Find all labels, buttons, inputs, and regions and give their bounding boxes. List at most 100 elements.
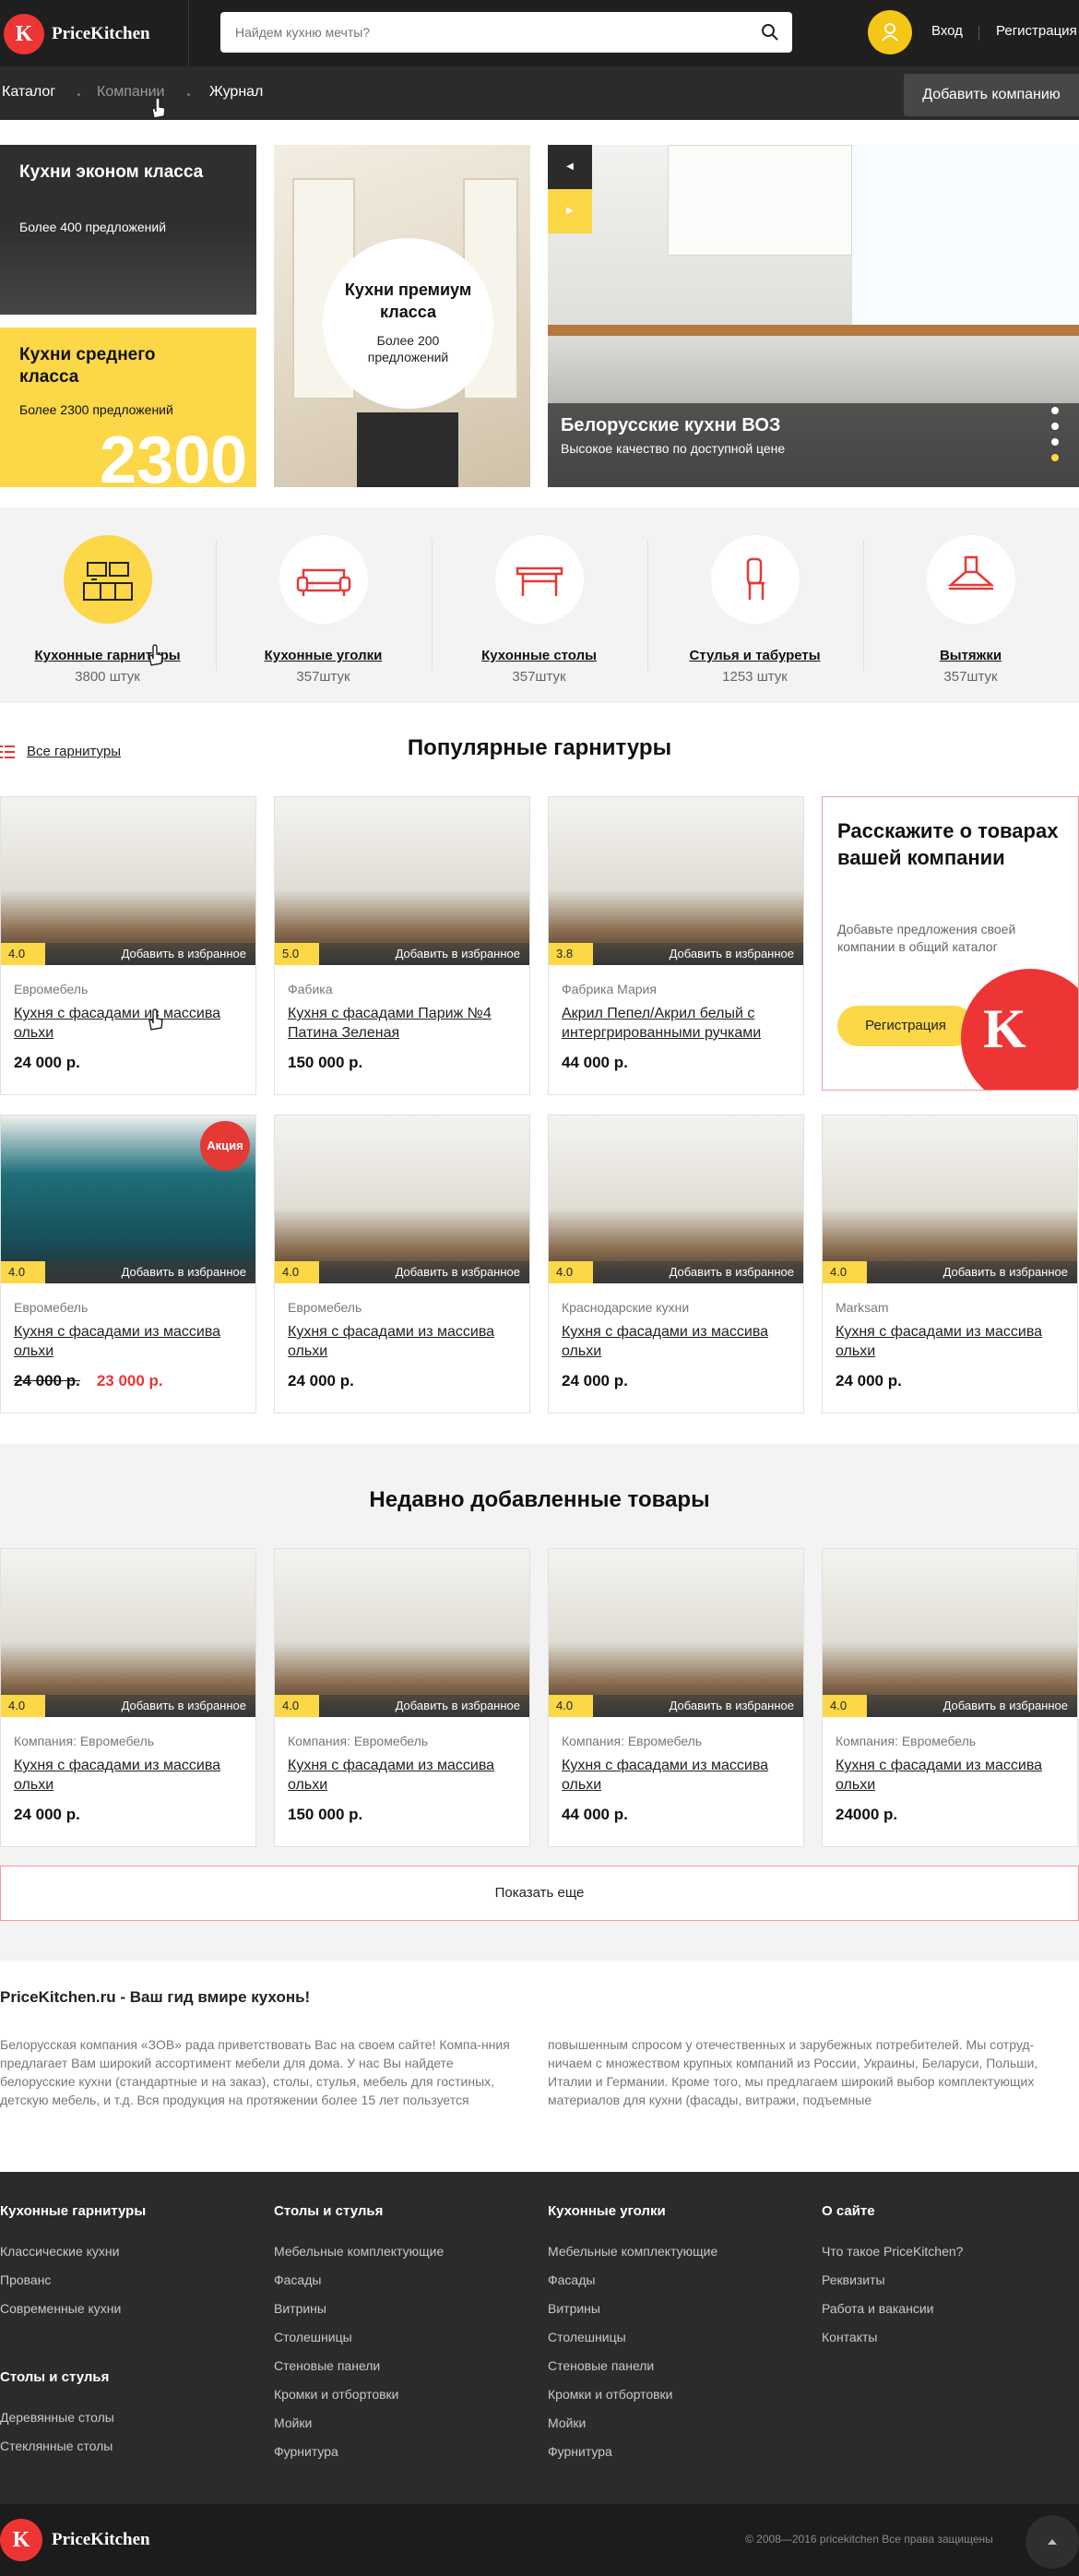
category-label[interactable]: Вытяжки bbox=[863, 648, 1078, 663]
category-kitchen-sets[interactable]: Кухонные гарнитуры 3800 штук bbox=[0, 507, 215, 703]
slider-next-icon[interactable]: ▶ bbox=[548, 189, 592, 233]
product-card[interactable]: 4.0 Добавить в избранное Краснодарские ку… bbox=[548, 1115, 804, 1413]
footer-link[interactable]: Стеклянные столы bbox=[0, 2432, 114, 2461]
logo-text[interactable]: PriceKitchen bbox=[52, 24, 150, 44]
login-link[interactable]: Вход bbox=[931, 23, 963, 39]
add-to-favorites[interactable]: Добавить в избранное bbox=[45, 1695, 255, 1717]
hero-premium[interactable]: Кухни премиум класса Более 200 предложен… bbox=[274, 145, 530, 487]
product-image[interactable]: 3.8 Добавить в избранное bbox=[549, 797, 803, 965]
nav-item-catalog[interactable]: Каталог bbox=[2, 84, 55, 101]
slider-dot[interactable] bbox=[1051, 423, 1059, 430]
search-icon[interactable] bbox=[761, 23, 779, 42]
nav-item-journal[interactable]: Журнал bbox=[209, 84, 263, 101]
add-to-favorites[interactable]: Добавить в избранное bbox=[319, 1695, 529, 1717]
product-name[interactable]: Кухня с фасадами из массива ольхи bbox=[562, 1322, 790, 1361]
add-to-favorites[interactable]: Добавить в избранное bbox=[319, 1261, 529, 1283]
product-name[interactable]: Кухня с фасадами из массива ольхи bbox=[14, 1322, 243, 1361]
footer-link[interactable]: Фасады bbox=[274, 2266, 444, 2295]
product-image[interactable]: 4.0 Добавить в избранное bbox=[823, 1549, 1077, 1717]
category-chairs[interactable]: Стулья и табуреты 1253 штук bbox=[647, 507, 862, 703]
footer-link[interactable]: Деревянные столы bbox=[0, 2403, 114, 2432]
product-name[interactable]: Кухня с фасадами Париж №4 Патина Зеленая bbox=[288, 1004, 516, 1043]
footer-link[interactable]: Кромки и отбортовки bbox=[274, 2380, 444, 2409]
hero-middle[interactable]: Кухни среднего класса Более 2300 предлож… bbox=[0, 328, 256, 487]
product-image[interactable]: 4.0 Добавить в избранное bbox=[1, 797, 255, 965]
add-to-favorites[interactable]: Добавить в избранное bbox=[867, 1261, 1077, 1283]
product-card[interactable]: 3.8 Добавить в избранное Фабрика Мария Ак… bbox=[548, 796, 804, 1095]
product-name[interactable]: Кухня с фасадами из массива ольхи bbox=[288, 1756, 516, 1795]
product-card[interactable]: 4.0 Добавить в избранное Компания: Евроме… bbox=[548, 1548, 804, 1847]
category-label[interactable]: Кухонные столы bbox=[432, 648, 646, 663]
slider-dot[interactable] bbox=[1051, 438, 1059, 446]
product-card[interactable]: 5.0 Добавить в избранное Фабика Кухня с ф… bbox=[274, 796, 530, 1095]
footer-link[interactable]: Мойки bbox=[548, 2409, 717, 2438]
add-to-favorites[interactable]: Добавить в избранное bbox=[45, 1261, 255, 1283]
footer-link[interactable]: Контакты bbox=[822, 2323, 963, 2352]
product-name[interactable]: Кухня с фасадами из массива ольхи bbox=[836, 1756, 1064, 1795]
show-more-button[interactable]: Показать еще bbox=[0, 1866, 1079, 1921]
footer-link[interactable]: Витрины bbox=[548, 2295, 717, 2323]
footer-link[interactable]: Работа и вакансии bbox=[822, 2295, 963, 2323]
footer-logo-text[interactable]: PriceKitchen bbox=[52, 2530, 150, 2550]
product-name[interactable]: Кухня с фасадами из массива ольхи bbox=[14, 1756, 243, 1795]
category-tables[interactable]: Кухонные столы 357штук bbox=[432, 507, 646, 703]
add-to-favorites[interactable]: Добавить в избранное bbox=[45, 943, 255, 965]
footer-link[interactable]: Современные кухни bbox=[0, 2295, 121, 2323]
footer-link[interactable]: Мебельные комплектующие bbox=[274, 2237, 444, 2266]
footer-link[interactable]: Кромки и отбортовки bbox=[548, 2380, 717, 2409]
footer-link[interactable]: Фасады bbox=[548, 2266, 717, 2295]
add-to-favorites[interactable]: Добавить в избранное bbox=[593, 1261, 803, 1283]
product-card[interactable]: 4.0 Добавить в избранное Marksam Кухня с … bbox=[822, 1115, 1078, 1413]
product-image[interactable]: 4.0 Добавить в избранное bbox=[275, 1549, 529, 1717]
scroll-top-icon[interactable] bbox=[1026, 2515, 1079, 2569]
product-name[interactable]: Кухня с фасадами из массива ольхи bbox=[14, 1004, 243, 1043]
product-card[interactable]: 4.0 Добавить в избранное Евромебель Кухня… bbox=[0, 796, 256, 1095]
user-icon[interactable] bbox=[868, 10, 912, 54]
product-card[interactable]: Акция 4.0 Добавить в избранное Евромебель… bbox=[0, 1115, 256, 1413]
footer-link[interactable]: Мойки bbox=[274, 2409, 444, 2438]
product-image[interactable]: 4.0 Добавить в избранное bbox=[275, 1115, 529, 1283]
footer-logo-icon[interactable]: K bbox=[0, 2519, 42, 2561]
search-input[interactable] bbox=[220, 12, 737, 53]
add-to-favorites[interactable]: Добавить в избранное bbox=[867, 1695, 1077, 1717]
hero-slider[interactable]: Белорусские кухни ВОЗ Высокое качество п… bbox=[548, 145, 1079, 487]
product-image[interactable]: 4.0 Добавить в избранное bbox=[549, 1115, 803, 1283]
product-image[interactable]: 4.0 Добавить в избранное bbox=[549, 1549, 803, 1717]
add-company-button[interactable]: Добавить компанию bbox=[904, 74, 1079, 116]
footer-link[interactable]: Прованс bbox=[0, 2266, 121, 2295]
footer-link[interactable]: Стеновые панели bbox=[548, 2352, 717, 2380]
footer-link[interactable]: Фурнитура bbox=[274, 2438, 444, 2466]
add-to-favorites[interactable]: Добавить в избранное bbox=[593, 1695, 803, 1717]
footer-link[interactable]: Фурнитура bbox=[548, 2438, 717, 2466]
product-name[interactable]: Кухня с фасадами из массива ольхи bbox=[562, 1756, 790, 1795]
product-image[interactable]: 4.0 Добавить в избранное bbox=[1, 1549, 255, 1717]
footer-link[interactable]: Стеновые панели bbox=[274, 2352, 444, 2380]
product-image[interactable]: Акция 4.0 Добавить в избранное bbox=[1, 1115, 255, 1283]
footer-link[interactable]: Витрины bbox=[274, 2295, 444, 2323]
product-image[interactable]: 5.0 Добавить в избранное bbox=[275, 797, 529, 965]
product-card[interactable]: 4.0 Добавить в избранное Компания: Евроме… bbox=[274, 1548, 530, 1847]
footer-link[interactable]: Столешницы bbox=[548, 2323, 717, 2352]
hero-economy[interactable]: Кухни эконом класса Более 400 предложени… bbox=[0, 145, 256, 315]
product-name[interactable]: Кухня с фасадами из массива ольхи bbox=[836, 1322, 1064, 1361]
footer-link[interactable]: Реквизиты bbox=[822, 2266, 963, 2295]
add-to-favorites[interactable]: Добавить в избранное bbox=[319, 943, 529, 965]
product-image[interactable]: 4.0 Добавить в избранное bbox=[823, 1115, 1077, 1283]
footer-link[interactable]: Классические кухни bbox=[0, 2237, 121, 2266]
category-label[interactable]: Кухонные уголки bbox=[216, 648, 431, 663]
slider-prev-icon[interactable]: ◀ bbox=[548, 145, 592, 189]
promo-register-button[interactable]: Регистрация bbox=[837, 1006, 974, 1046]
logo-icon[interactable]: K bbox=[4, 14, 44, 54]
category-label[interactable]: Кухонные гарнитуры bbox=[0, 648, 215, 663]
product-card[interactable]: 4.0 Добавить в избранное Евромебель Кухня… bbox=[274, 1115, 530, 1413]
category-hoods[interactable]: Вытяжки 357штук bbox=[863, 507, 1078, 703]
slider-dot[interactable] bbox=[1051, 407, 1059, 414]
category-corners[interactable]: Кухонные уголки 357штук bbox=[216, 507, 431, 703]
category-label[interactable]: Стулья и табуреты bbox=[647, 648, 862, 663]
slider-dot-active[interactable] bbox=[1051, 454, 1059, 461]
register-link[interactable]: Регистрация bbox=[996, 23, 1077, 39]
footer-link[interactable]: Что такое PriceKitchen? bbox=[822, 2237, 963, 2266]
product-card[interactable]: 4.0 Добавить в избранное Компания: Евроме… bbox=[822, 1548, 1078, 1847]
product-card[interactable]: 4.0 Добавить в избранное Компания: Евроме… bbox=[0, 1548, 256, 1847]
add-to-favorites[interactable]: Добавить в избранное bbox=[593, 943, 803, 965]
